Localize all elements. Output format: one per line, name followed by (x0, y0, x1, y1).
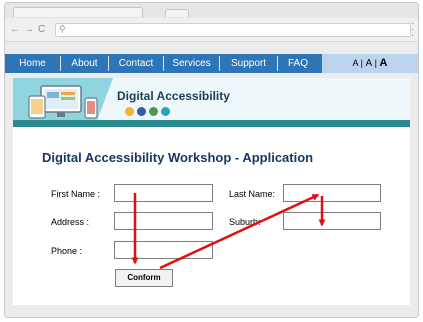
nav-item-faq[interactable]: FAQ (278, 54, 318, 73)
nav-item-services[interactable]: Services (164, 54, 219, 73)
font-size-controls: A | A | A (322, 54, 418, 73)
banner-title: Digital Accessibility (117, 89, 230, 103)
form-title: Digital Accessibility Workshop - Applica… (42, 150, 314, 165)
nav-item-about[interactable]: About (61, 54, 108, 73)
suburb-input[interactable] (283, 212, 381, 230)
phone-input[interactable] (114, 241, 213, 259)
phone-label: Phone : (51, 246, 83, 256)
font-size-separator: | (360, 58, 363, 68)
address-input[interactable] (114, 212, 213, 230)
first-name-label: First Name : (51, 189, 101, 199)
browser-tab-active[interactable] (13, 7, 143, 17)
content-card: Digital Accessibility Digital Accessibil… (13, 78, 410, 305)
font-size-large-button[interactable]: A (379, 57, 387, 69)
nav-item-support[interactable]: Support (220, 54, 277, 73)
search-icon: ⚲ (59, 24, 66, 34)
browser-toolbar: ← → C ⚲ · · · (5, 18, 418, 42)
address-bar[interactable]: ⚲ (55, 23, 411, 37)
wheelchair-icon (149, 107, 158, 116)
reload-icon[interactable]: C (38, 24, 45, 36)
font-size-small-button[interactable]: A (353, 58, 359, 68)
new-tab-button[interactable] (165, 9, 189, 17)
suburb-label: Suburb: (229, 217, 261, 227)
main-navigation: Home About Contact Services Support FAQ (5, 54, 322, 73)
devices-illustration-icon (28, 85, 98, 119)
menu-dots-icon[interactable]: · · · (411, 19, 414, 41)
last-name-input[interactable] (283, 184, 381, 202)
nav-item-home[interactable]: Home (5, 54, 60, 73)
hearing-icon (137, 107, 146, 116)
web-page: Home About Contact Services Support FAQ … (5, 42, 418, 317)
last-name-label: Last Name: (229, 189, 276, 199)
nav-item-contact[interactable]: Contact (109, 54, 163, 73)
back-arrow-icon[interactable]: ← (10, 24, 20, 36)
address-label: Address : (51, 217, 90, 227)
browser-window: ← → C ⚲ · · · Home About Contact Services … (4, 2, 419, 318)
font-size-separator: | (374, 58, 377, 68)
font-size-medium-button[interactable]: A (365, 58, 372, 69)
banner-divider (13, 120, 410, 127)
eye-icon (125, 107, 134, 116)
forward-arrow-icon[interactable]: → (24, 24, 34, 36)
conform-button[interactable]: Conform (115, 269, 173, 287)
first-name-input[interactable] (114, 184, 213, 202)
brain-icon (161, 107, 170, 116)
site-banner: Digital Accessibility (13, 78, 410, 126)
